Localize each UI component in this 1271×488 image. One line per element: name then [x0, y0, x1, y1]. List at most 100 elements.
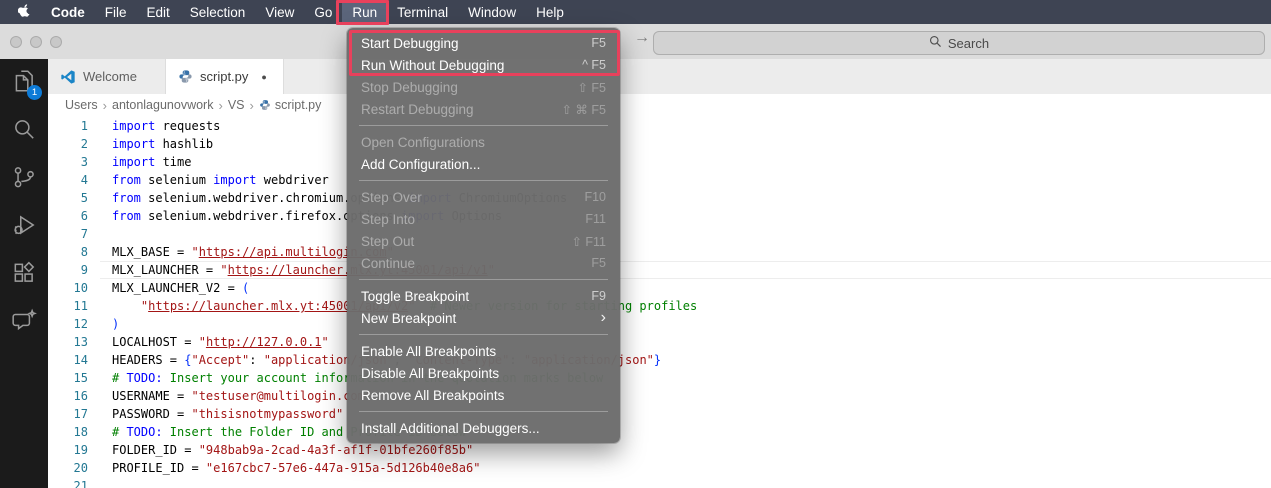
tab-label: Welcome — [83, 69, 137, 84]
breadcrumb-segment[interactable]: Users — [65, 98, 98, 112]
menu-item-toggle-breakpoint[interactable]: Toggle Breakpoint F9 — [347, 285, 620, 307]
menubar-item-help[interactable]: Help — [526, 0, 574, 24]
line-number[interactable]: 7 — [48, 225, 88, 243]
code-line[interactable]: 14 HEADERS = {"Accept": "application/json… — [48, 351, 1271, 369]
line-number[interactable]: 18 — [48, 423, 88, 441]
code-line[interactable]: 11 "https://launcher.mlx.yt:45001/api/v2… — [48, 297, 1271, 315]
menu-item-shortcut: F10 — [584, 190, 606, 204]
menubar-item-go[interactable]: Go — [304, 0, 342, 24]
breadcrumb-file-label: script.py — [274, 98, 322, 112]
code-line[interactable]: 20 PROFILE_ID = "e167cbc7-57e6-447a-915a-… — [48, 459, 1271, 477]
menubar-item-edit[interactable]: Edit — [137, 0, 180, 24]
close-button[interactable] — [10, 36, 22, 48]
line-number[interactable]: 3 — [48, 153, 88, 171]
line-number[interactable]: 20 — [48, 459, 88, 477]
activity-explorer-button[interactable]: 1 — [0, 59, 48, 107]
line-number[interactable]: 10 — [48, 279, 88, 297]
menu-item-label: Enable All Breakpoints — [361, 343, 497, 359]
apple-menu[interactable] — [8, 0, 41, 24]
code-line[interactable]: 12) — [48, 315, 1271, 333]
line-number[interactable]: 15 — [48, 369, 88, 387]
tab-welcome[interactable]: Welcome — [48, 59, 166, 94]
line-number[interactable]: 17 — [48, 405, 88, 423]
run-and-debug-icon — [11, 212, 37, 243]
tab-label: script.py — [200, 69, 249, 84]
code-line[interactable]: 16 USERNAME = "testuser@multilogin.com" — [48, 387, 1271, 405]
menu-item-disable-all-breakpoints[interactable]: Disable All Breakpoints — [347, 362, 620, 384]
menu-separator — [359, 334, 608, 335]
code-line[interactable]: 8MLX_BASE = "https://api.multilogin.com" — [48, 243, 1271, 261]
breadcrumb-file[interactable]: script.py — [259, 98, 322, 112]
menu-item-shortcut: F5 — [591, 36, 606, 50]
menu-item-label: Continue — [361, 255, 416, 271]
menu-item-run-without-debugging[interactable]: Run Without Debugging ^ F5 — [347, 54, 620, 76]
menu-item-add-configuration[interactable]: Add Configuration... — [347, 153, 620, 175]
activity-run-and-debug-button[interactable] — [0, 203, 48, 251]
line-number[interactable]: 4 — [48, 171, 88, 189]
code-line[interactable]: 17 PASSWORD = "thisisnotmypassword" — [48, 405, 1271, 423]
line-number[interactable]: 1 — [48, 117, 88, 135]
modified-indicator[interactable]: ● — [261, 72, 266, 82]
line-number[interactable]: 6 — [48, 207, 88, 225]
line-number[interactable]: 2 — [48, 135, 88, 153]
menu-separator — [359, 279, 608, 280]
menubar-item-code[interactable]: Code — [41, 0, 95, 24]
line-number[interactable]: 5 — [48, 189, 88, 207]
code-text: PASSWORD = "thisisnotmypassword" — [112, 407, 344, 421]
line-number[interactable]: 8 — [48, 243, 88, 261]
line-number[interactable]: 19 — [48, 441, 88, 459]
code-line[interactable]: 18 # TODO: Insert the Folder ID and Profi… — [48, 423, 1271, 441]
code-editor[interactable]: 1 import requests 2 import hashlib 3 import t… — [48, 116, 1271, 488]
code-line[interactable]: 7 — [48, 225, 1271, 243]
code-line[interactable]: 13 LOCALHOST = "http://127.0.0.1" — [48, 333, 1271, 351]
menu-item-restart-debugging: Restart Debugging ⇧ ⌘ F5 — [347, 98, 620, 120]
line-number[interactable]: 11 — [48, 297, 88, 315]
code-line[interactable]: 15# TODO: Insert your account informatio… — [48, 369, 1271, 387]
code-line[interactable]: 2 import hashlib — [48, 135, 1271, 153]
minimize-button[interactable] — [30, 36, 42, 48]
menu-item-start-debugging[interactable]: Start Debugging F5 — [347, 32, 620, 54]
code-line[interactable]: 1 import requests — [48, 117, 1271, 135]
tab-script-py[interactable]: script.py ● — [166, 59, 284, 94]
forward-button[interactable]: → — [634, 29, 650, 47]
code-line[interactable]: 5 from selenium.webdriver.chromium.option… — [48, 189, 1271, 207]
activity-chat-button[interactable] — [0, 299, 48, 347]
menubar-item-terminal[interactable]: Terminal — [387, 0, 458, 24]
line-number[interactable]: 13 — [48, 333, 88, 351]
code-line[interactable]: 6 from selenium.webdriver.firefox.options… — [48, 207, 1271, 225]
code-line[interactable]: 4 from selenium import webdriver — [48, 171, 1271, 189]
code-text: FOLDER_ID = "948bab9a-2cad-4a3f-af1f-01b… — [112, 443, 474, 457]
annotation-box-run — [336, 0, 390, 25]
menu-item-label: Step Into — [361, 211, 416, 227]
line-number[interactable]: 12 — [48, 315, 88, 333]
menu-item-enable-all-breakpoints[interactable]: Enable All Breakpoints — [347, 340, 620, 362]
menubar-item-window[interactable]: Window — [458, 0, 526, 24]
line-number[interactable]: 9 — [48, 261, 88, 279]
menubar-item-run[interactable]: Run — [336, 0, 390, 25]
activity-extensions-button[interactable] — [0, 251, 48, 299]
line-number[interactable]: 16 — [48, 387, 88, 405]
menu-item-remove-all-breakpoints[interactable]: Remove All Breakpoints — [347, 384, 620, 406]
menu-item-install-additional-debuggers[interactable]: Install Additional Debuggers... — [347, 417, 620, 439]
code-line[interactable]: 3 import time — [48, 153, 1271, 171]
menu-item-new-breakpoint[interactable]: New Breakpoint › — [347, 307, 620, 329]
menubar-item-file[interactable]: File — [95, 0, 137, 24]
zoom-button[interactable] — [50, 36, 62, 48]
menubar-item-selection[interactable]: Selection — [180, 0, 256, 24]
code-line[interactable]: 19 FOLDER_ID = "948bab9a-2cad-4a3f-af1f-0… — [48, 441, 1271, 459]
line-number[interactable]: 21 — [48, 477, 88, 488]
command-center-search[interactable]: Search — [653, 31, 1265, 55]
title-bar: → Search — [0, 24, 1271, 59]
vscode-window: Code File Edit Selection View Go Run Terminal Wi… — [0, 0, 1271, 488]
line-number[interactable]: 14 — [48, 351, 88, 369]
breadcrumb: Users › antonlagunovwork › VS › script.py — [48, 94, 1271, 116]
code-line[interactable]: 10 MLX_LAUNCHER_V2 = ( — [48, 279, 1271, 297]
activity-source-control-button[interactable] — [0, 155, 48, 203]
code-line[interactable]: 9MLX_LAUNCHER = "https://launcher.mlx.yt… — [48, 261, 1271, 279]
breadcrumb-segment[interactable]: antonlagunovwork — [112, 98, 213, 112]
menubar-item-view[interactable]: View — [255, 0, 304, 24]
menu-item-label: Toggle Breakpoint — [361, 288, 470, 304]
code-line[interactable]: 21 — [48, 477, 1271, 488]
breadcrumb-segment[interactable]: VS — [228, 98, 245, 112]
activity-search-button[interactable] — [0, 107, 48, 155]
